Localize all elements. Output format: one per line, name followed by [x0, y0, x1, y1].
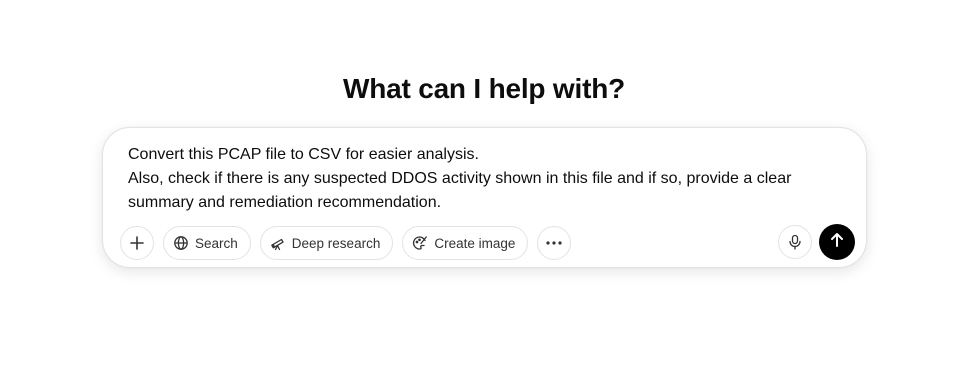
- telescope-icon: [270, 235, 286, 251]
- plus-icon: [129, 235, 145, 251]
- deep-research-button[interactable]: Deep research: [259, 226, 394, 260]
- page-title: What can I help with?: [342, 73, 626, 104]
- more-tools-button[interactable]: [537, 226, 572, 260]
- prompt-line: Also, check if there is any suspected DD…: [128, 170, 792, 187]
- chat-composer[interactable]: Convert this PCAP file to CSV for easier…: [102, 127, 867, 268]
- prompt-line: Convert this PCAP file to CSV for easier…: [128, 146, 479, 163]
- composer-right-tools: [778, 224, 855, 260]
- composer-toolbar: Search Deep research Create image: [120, 225, 572, 261]
- prompt-input[interactable]: Convert this PCAP file to CSV for easier…: [128, 143, 838, 215]
- create-image-button[interactable]: Create image: [402, 226, 529, 260]
- globe-icon: [173, 235, 189, 251]
- search-button-label: Search: [195, 235, 238, 251]
- ellipsis-icon: [545, 240, 563, 246]
- send-button[interactable]: [819, 224, 855, 260]
- page: What can I help with? Convert this PCAP …: [0, 0, 968, 377]
- attach-button[interactable]: [120, 226, 154, 260]
- create-image-button-label: Create image: [434, 235, 516, 251]
- palette-icon: [412, 235, 428, 251]
- arrow-up-icon: [829, 232, 845, 253]
- deep-research-button-label: Deep research: [291, 235, 381, 251]
- search-button[interactable]: Search: [163, 226, 251, 260]
- voice-input-button[interactable]: [778, 225, 812, 259]
- prompt-line: summary and remediation recommendation.: [128, 194, 442, 211]
- microphone-icon: [788, 234, 802, 250]
